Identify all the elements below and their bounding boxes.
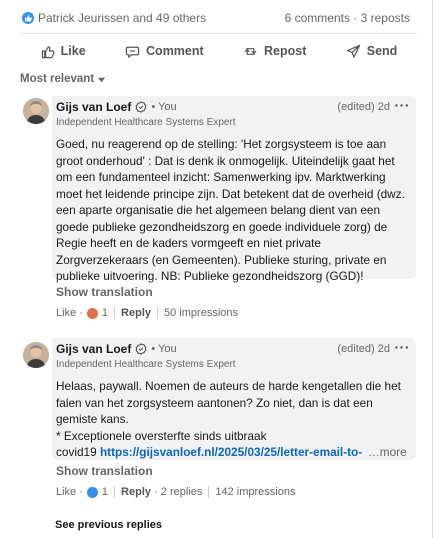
external-link[interactable]: https://gijsvanloef.nl/2025/03/25/letter… — [100, 444, 362, 461]
comment-button[interactable]: Comment — [125, 44, 204, 59]
like-reaction-icon — [86, 486, 98, 498]
comment-text-line: * Exceptionele oversterfte sinds uitbraa… — [56, 428, 267, 443]
separator — [208, 486, 210, 498]
more-options-icon[interactable]: ··· — [395, 97, 411, 113]
author-headline: Independent Healthcare Systems Expert — [56, 359, 236, 370]
caret-down-icon — [98, 77, 106, 82]
action-bar: Like Comment Repost Send — [20, 37, 417, 65]
dot-separator: · — [151, 486, 161, 498]
comments-panel: Patrick Jeurissen and 49 others 6 commen… — [0, 0, 439, 538]
more-options-icon[interactable]: ··· — [395, 339, 411, 355]
impressions-count[interactable]: 50 impressions — [164, 307, 238, 319]
repost-label: Repost — [264, 44, 307, 58]
like-link[interactable]: Like — [56, 486, 76, 498]
repost-icon — [244, 47, 257, 55]
comment-text: Helaas, paywall. Noemen de auteurs de ha… — [56, 378, 408, 461]
like-link[interactable]: Like — [56, 307, 76, 319]
like-label: Like — [60, 44, 86, 58]
comment-text: Goed, nu reagerend op de stelling: 'Het … — [56, 137, 405, 283]
send-button[interactable]: Send — [346, 44, 398, 59]
reactors-text[interactable]: Patrick Jeurissen and 49 others — [38, 11, 206, 25]
send-label: Send — [366, 44, 398, 58]
comment-bubble: Gijs van Loef • You Independent Healthca… — [52, 96, 416, 283]
see-more-link[interactable]: …more — [368, 444, 407, 461]
comment-bubble: Gijs van Loef • You Independent Healthca… — [52, 338, 416, 460]
replies-count[interactable]: 2 replies — [161, 486, 203, 498]
thumbs-up-icon — [41, 45, 55, 58]
heart-reaction-icon — [86, 307, 98, 319]
reaction-count[interactable]: 1 — [102, 307, 108, 319]
verified-icon — [135, 101, 147, 113]
dot-separator: · — [76, 486, 83, 498]
comment-reactions-bar: Like · 1 Reply · 2 replies 142 impressio… — [56, 486, 295, 498]
author-name[interactable]: Gijs van Loef — [56, 342, 131, 356]
avatar[interactable] — [23, 98, 49, 124]
separator — [157, 307, 159, 319]
reply-link[interactable]: Reply — [121, 307, 151, 319]
you-label: • You — [151, 101, 177, 113]
impressions-count[interactable]: 142 impressions — [215, 486, 295, 498]
separator — [114, 307, 116, 319]
author-name[interactable]: Gijs van Loef — [56, 100, 131, 114]
reply-link[interactable]: Reply — [121, 486, 151, 498]
avatar[interactable] — [23, 342, 49, 368]
show-translation-link[interactable]: Show translation — [56, 464, 153, 478]
comment-reactions-bar: Like · 1 Reply 50 impressions — [56, 307, 238, 319]
social-counts-bar: Patrick Jeurissen and 49 others 6 commen… — [22, 9, 410, 27]
repost-button[interactable]: Repost — [243, 44, 306, 59]
reaction-count[interactable]: 1 — [102, 486, 108, 498]
edited-timestamp: (edited) 2d — [337, 101, 390, 113]
dot-separator: · — [76, 307, 83, 319]
comment-label: Comment — [146, 44, 204, 58]
separator — [114, 486, 116, 498]
sort-label: Most relevant — [20, 73, 95, 85]
divider — [20, 33, 417, 34]
author-headline: Independent Healthcare Systems Expert — [56, 117, 236, 128]
like-button[interactable]: Like — [40, 44, 86, 59]
verified-icon — [135, 343, 147, 355]
sort-dropdown[interactable]: Most relevant — [20, 73, 106, 85]
comment-icon — [125, 46, 140, 58]
like-reaction-icon — [22, 12, 34, 24]
comment-2: Gijs van Loef • You Independent Healthca… — [20, 338, 417, 508]
comment-text-line: Helaas, paywall. Noemen de auteurs de ha… — [56, 379, 401, 426]
see-previous-replies-link[interactable]: See previous replies — [55, 519, 162, 531]
comment-text-prefix: covid19 — [56, 445, 100, 459]
panel-border — [432, 0, 433, 538]
show-translation-link[interactable]: Show translation — [56, 285, 153, 299]
you-label: • You — [151, 343, 177, 355]
edited-timestamp: (edited) 2d — [337, 343, 390, 355]
comment-1: Gijs van Loef • You Independent Healthca… — [20, 96, 417, 326]
comments-reposts-count[interactable]: 6 comments · 3 reposts — [285, 11, 410, 25]
send-icon — [346, 44, 360, 58]
